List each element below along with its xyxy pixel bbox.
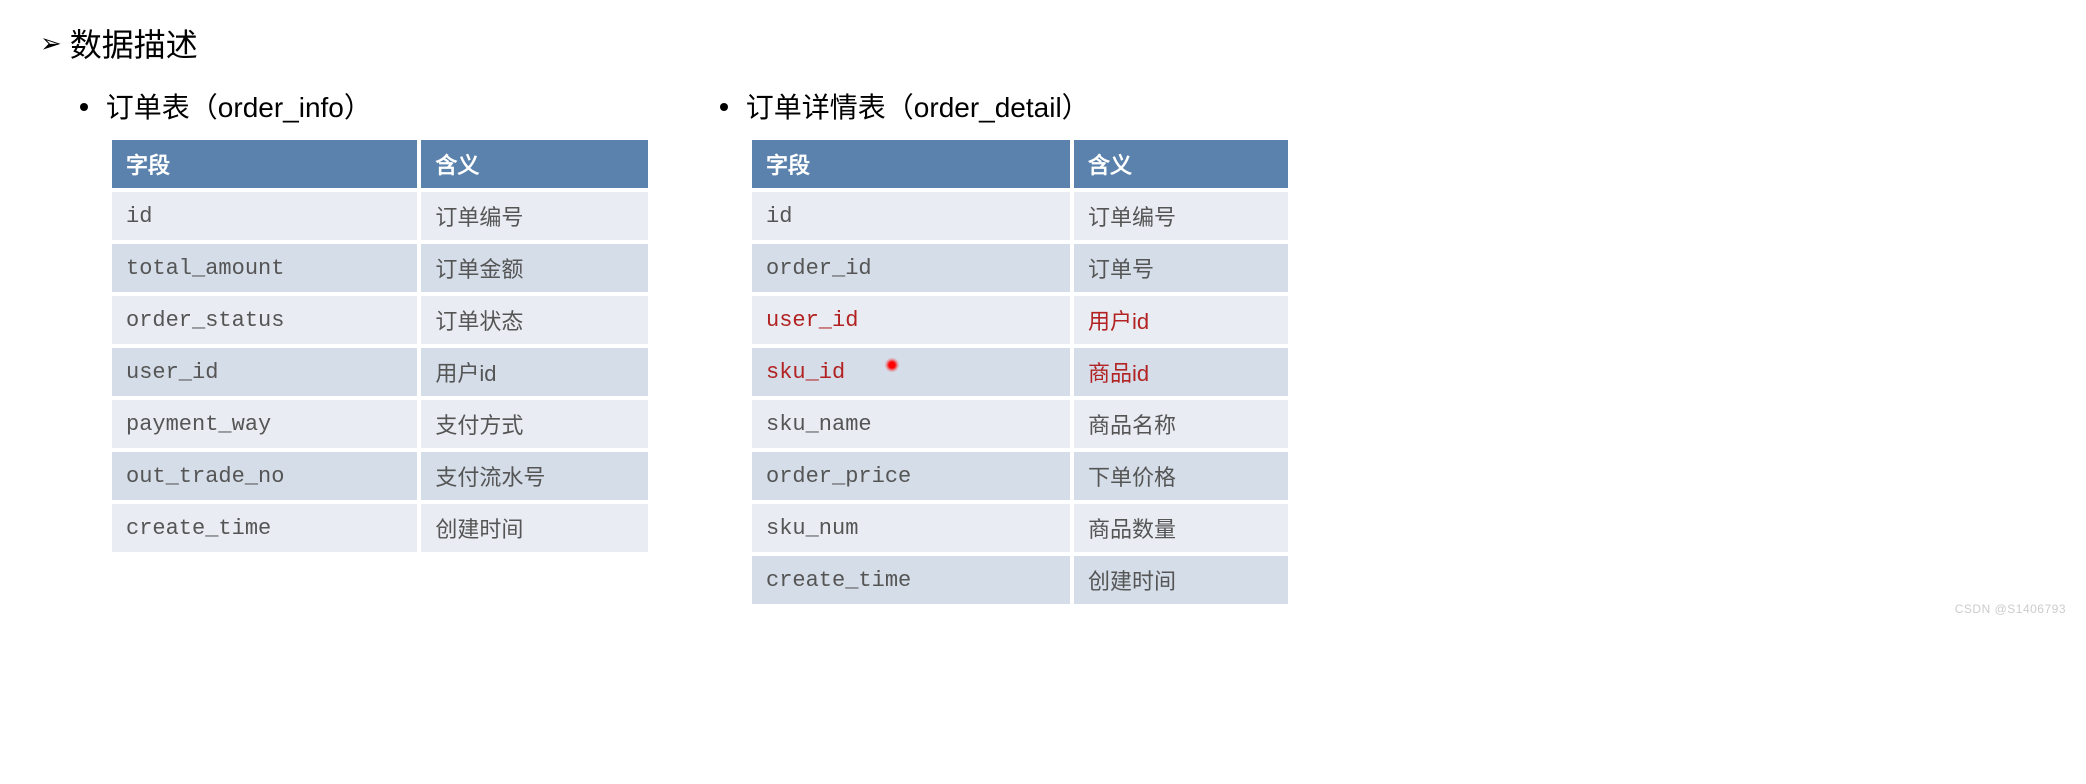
table-row: user_id用户id	[750, 294, 1290, 346]
right-field-sku_name: sku_name	[750, 398, 1072, 450]
right-table: 字段 含义 id订单编号order_id订单号user_id用户idsku_id…	[750, 138, 1290, 606]
right-caption-prefix: 订单详情表（	[746, 92, 914, 123]
table-row: user_id用户id	[110, 346, 650, 398]
bullet-icon	[720, 103, 728, 111]
left-field-id: id	[110, 190, 419, 242]
left-caption-code: order_info	[218, 92, 344, 123]
right-field-create_time: create_time	[750, 554, 1072, 606]
table-row: payment_way支付方式	[110, 398, 650, 450]
table-row: id订单编号	[750, 190, 1290, 242]
left-field-payment_way: payment_way	[110, 398, 419, 450]
right-meaning-create_time: 创建时间	[1072, 554, 1290, 606]
right-meaning-sku_id: 商品id	[1072, 346, 1290, 398]
title-text: 数据描述	[70, 20, 198, 66]
left-meaning-payment_way: 支付方式	[419, 398, 650, 450]
left-caption-suffix: ）	[344, 92, 372, 123]
left-field-total_amount: total_amount	[110, 242, 419, 294]
left-field-user_id: user_id	[110, 346, 419, 398]
right-meaning-id: 订单编号	[1072, 190, 1290, 242]
right-column: 订单详情表（order_detail） 字段 含义 id订单编号order_id…	[720, 86, 1260, 606]
left-field-order_status: order_status	[110, 294, 419, 346]
left-meaning-user_id: 用户id	[419, 346, 650, 398]
table-row: order_id订单号	[750, 242, 1290, 294]
table-row: create_time创建时间	[750, 554, 1290, 606]
right-subtitle: 订单详情表（order_detail）	[720, 86, 1260, 126]
right-meaning-order_id: 订单号	[1072, 242, 1290, 294]
right-field-order_price: order_price	[750, 450, 1072, 502]
right-meaning-order_price: 下单价格	[1072, 450, 1290, 502]
table-row: order_status订单状态	[110, 294, 650, 346]
right-meaning-sku_name: 商品名称	[1072, 398, 1290, 450]
right-field-sku_id: sku_id	[750, 346, 1072, 398]
bullet-icon	[80, 103, 88, 111]
left-meaning-total_amount: 订单金额	[419, 242, 650, 294]
right-caption-suffix: ）	[1062, 92, 1090, 123]
table-row: total_amount订单金额	[110, 242, 650, 294]
right-field-sku_num: sku_num	[750, 502, 1072, 554]
table-row: sku_id商品id	[750, 346, 1290, 398]
left-table: 字段 含义 id订单编号total_amount订单金额order_status…	[110, 138, 650, 554]
right-meaning-sku_num: 商品数量	[1072, 502, 1290, 554]
right-meaning-user_id: 用户id	[1072, 294, 1290, 346]
left-meaning-id: 订单编号	[419, 190, 650, 242]
left-meaning-order_status: 订单状态	[419, 294, 650, 346]
right-field-user_id: user_id	[750, 294, 1072, 346]
watermark: CSDN @S1406793	[1955, 602, 2066, 616]
table-row: order_price下单价格	[750, 450, 1290, 502]
section-title: ➢ 数据描述	[40, 20, 2046, 66]
right-field-order_id: order_id	[750, 242, 1072, 294]
arrow-icon: ➢	[40, 28, 62, 59]
columns-wrapper: 订单表（order_info） 字段 含义 id订单编号total_amount…	[40, 86, 2046, 606]
left-meaning-create_time: 创建时间	[419, 502, 650, 554]
left-subtitle: 订单表（order_info）	[80, 86, 620, 126]
left-meaning-out_trade_no: 支付流水号	[419, 450, 650, 502]
left-field-out_trade_no: out_trade_no	[110, 450, 419, 502]
right-header-field: 字段	[750, 138, 1072, 190]
left-caption-prefix: 订单表（	[106, 92, 218, 123]
table-row: out_trade_no支付流水号	[110, 450, 650, 502]
table-row: id订单编号	[110, 190, 650, 242]
right-header-meaning: 含义	[1072, 138, 1290, 190]
table-row: create_time创建时间	[110, 502, 650, 554]
left-header-meaning: 含义	[419, 138, 650, 190]
left-column: 订单表（order_info） 字段 含义 id订单编号total_amount…	[80, 86, 620, 606]
table-row: sku_num商品数量	[750, 502, 1290, 554]
table-row: sku_name商品名称	[750, 398, 1290, 450]
right-caption-code: order_detail	[914, 92, 1062, 123]
right-field-id: id	[750, 190, 1072, 242]
left-header-field: 字段	[110, 138, 419, 190]
left-field-create_time: create_time	[110, 502, 419, 554]
